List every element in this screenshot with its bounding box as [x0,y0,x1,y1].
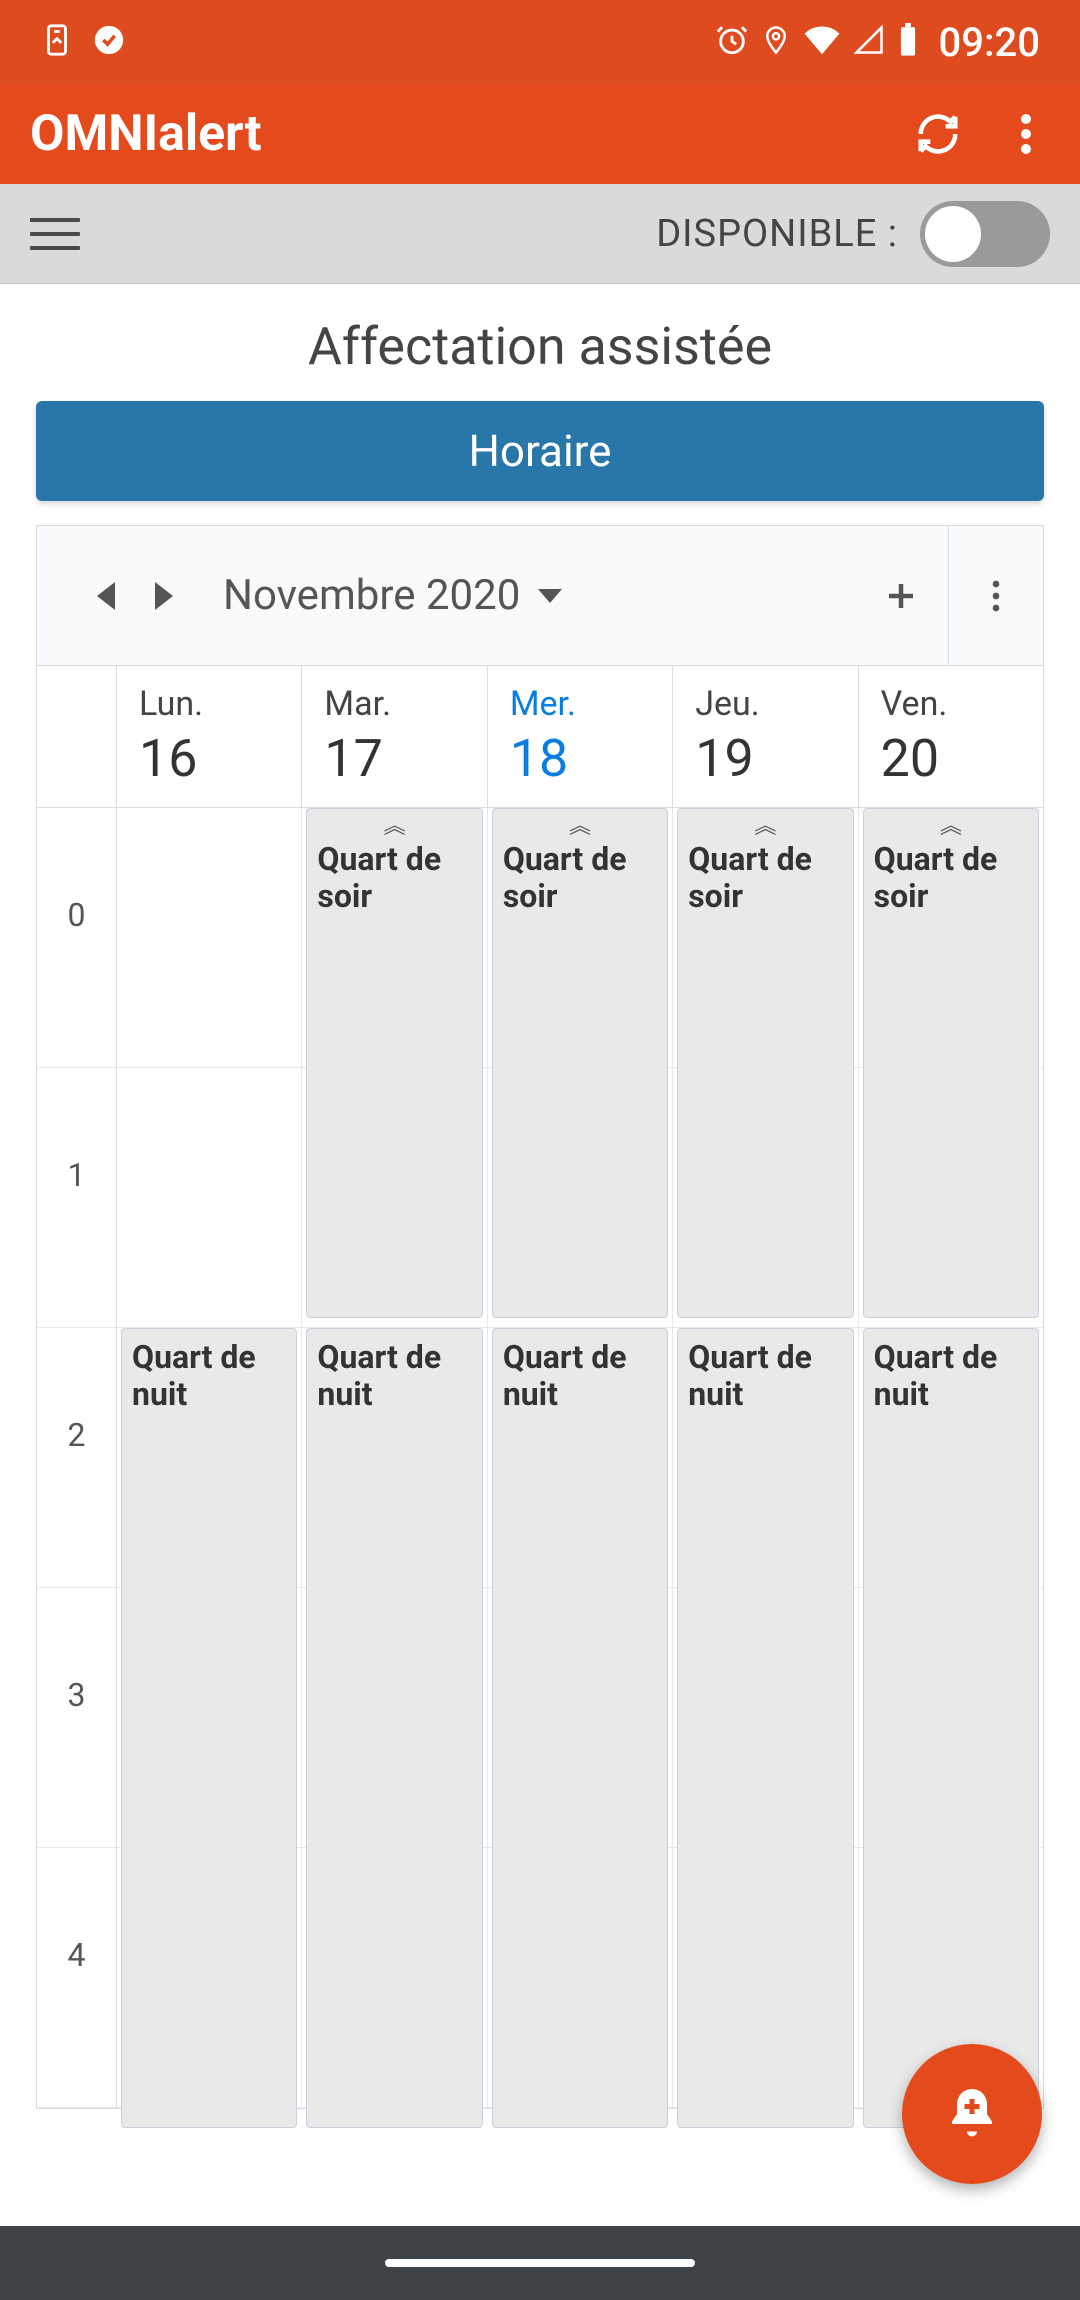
phone-sync-icon [40,23,74,61]
time-gutter-header [37,666,117,807]
calendar-toolbar-right [853,526,1043,665]
hour-label: 1 [68,1156,86,1194]
alarm-icon [715,23,749,61]
event-shift[interactable]: ︽ Quart de soir [677,808,853,1318]
day-header[interactable]: Lun. 16 [117,666,302,807]
status-left-icons [40,23,126,61]
day-header-row: Lun. 16 Mar. 17 Mer. 18 Jeu. 19 Ven. 20 [37,666,1043,808]
event-shift[interactable]: ︽ Quart de soir [306,808,482,1318]
day-number: 19 [695,728,857,789]
availability-toggle[interactable] [920,201,1050,267]
signal-icon [853,25,885,59]
day-column[interactable]: ︽ Quart de soir Quart de nuit [302,808,487,2108]
month-label: Novembre 2020 [223,571,520,620]
event-title: Quart de nuit [317,1339,471,1413]
day-abbr: Mar. [324,684,486,724]
event-title: Quart de soir [503,841,657,915]
calendar-overflow-button[interactable] [948,526,1043,665]
plus-icon [883,578,919,614]
day-number: 17 [324,728,486,789]
day-number: 16 [139,728,301,789]
next-month-button[interactable] [155,582,173,610]
event-shift[interactable]: Quart de nuit [306,1328,482,2128]
event-title: Quart de nuit [874,1339,1028,1413]
day-header[interactable]: Mar. 17 [302,666,487,807]
bell-plus-icon [942,2084,1002,2144]
add-event-button[interactable] [853,526,948,665]
more-vertical-icon [1021,113,1031,155]
prev-month-button[interactable] [97,582,115,610]
continues-above-icon: ︽ [688,819,842,835]
day-column[interactable]: ︽ Quart de soir Quart de nuit [673,808,858,2108]
event-shift[interactable]: ︽ Quart de soir [492,808,668,1318]
day-abbr: Lun. [139,684,301,724]
overflow-menu-button[interactable] [1002,110,1050,158]
continues-above-icon: ︽ [317,819,471,835]
day-abbr: Ven. [881,684,1043,724]
day-number: 18 [510,728,672,789]
toggle-knob [925,206,981,262]
event-shift[interactable]: Quart de nuit [863,1328,1039,2128]
event-title: Quart de nuit [688,1339,842,1413]
calendar-nav [37,582,173,610]
availability-control: DISPONIBLE : [656,201,1050,267]
page-title: Affectation assistée [0,284,1080,401]
event-title: Quart de soir [317,841,471,915]
status-bar: 09:20 [0,0,1080,84]
check-circle-icon [92,23,126,61]
day-column[interactable]: ︽ Quart de soir Quart de nuit [859,808,1043,2108]
day-column[interactable]: ︽ Quart de soir Quart de nuit [488,808,673,2108]
event-title: Quart de nuit [132,1339,286,1413]
event-shift[interactable]: Quart de nuit [677,1328,853,2128]
calendar-grid[interactable]: 0 1 2 3 4 Quart de nuit ︽ Quart de soir … [37,808,1043,2108]
event-title: Quart de nuit [503,1339,657,1413]
menu-button[interactable] [30,209,80,259]
event-title: Quart de soir [874,841,1028,915]
app-title: OMNIalert [30,105,262,163]
fab-add-alert[interactable] [902,2044,1042,2184]
hour-label: 4 [68,1936,86,1974]
tab-schedule[interactable]: Horaire [36,401,1044,501]
day-header[interactable]: Ven. 20 [859,666,1043,807]
refresh-icon [915,111,961,157]
day-number: 20 [881,728,1043,789]
event-shift[interactable]: ︽ Quart de soir [863,808,1039,1318]
day-header[interactable]: Jeu. 19 [673,666,858,807]
chevron-down-icon [538,589,562,603]
event-title: Quart de soir [688,841,842,915]
status-right-icons: 09:20 [715,19,1040,66]
availability-label: DISPONIBLE : [656,212,898,256]
more-vertical-icon [992,579,1000,613]
app-bar-actions [914,110,1050,158]
app-bar: OMNIalert [0,84,1080,184]
day-abbr: Mer. [510,684,672,724]
continues-above-icon: ︽ [503,819,657,835]
home-indicator[interactable] [385,2259,695,2267]
hour-label: 0 [68,896,86,934]
event-shift[interactable]: Quart de nuit [121,1328,297,2128]
calendar: Novembre 2020 Lun. 16 Mar. 17 Mer. 18 Je [36,525,1044,2109]
hamburger-icon [30,218,80,222]
refresh-button[interactable] [914,110,962,158]
day-abbr: Jeu. [695,684,857,724]
day-column[interactable]: Quart de nuit [117,808,302,2108]
calendar-toolbar: Novembre 2020 [37,526,1043,666]
hour-label: 3 [68,1676,86,1714]
time-gutter: 0 1 2 3 4 [37,808,117,2108]
battery-icon [897,23,919,61]
continues-above-icon: ︽ [874,819,1028,835]
hour-label: 2 [68,1416,86,1454]
location-icon [761,23,791,61]
event-shift[interactable]: Quart de nuit [492,1328,668,2128]
day-header-today[interactable]: Mer. 18 [488,666,673,807]
month-select[interactable]: Novembre 2020 [223,571,562,620]
wifi-icon [803,25,841,59]
secondary-toolbar: DISPONIBLE : [0,184,1080,284]
status-time: 09:20 [939,19,1040,66]
system-nav-bar [0,2226,1080,2300]
